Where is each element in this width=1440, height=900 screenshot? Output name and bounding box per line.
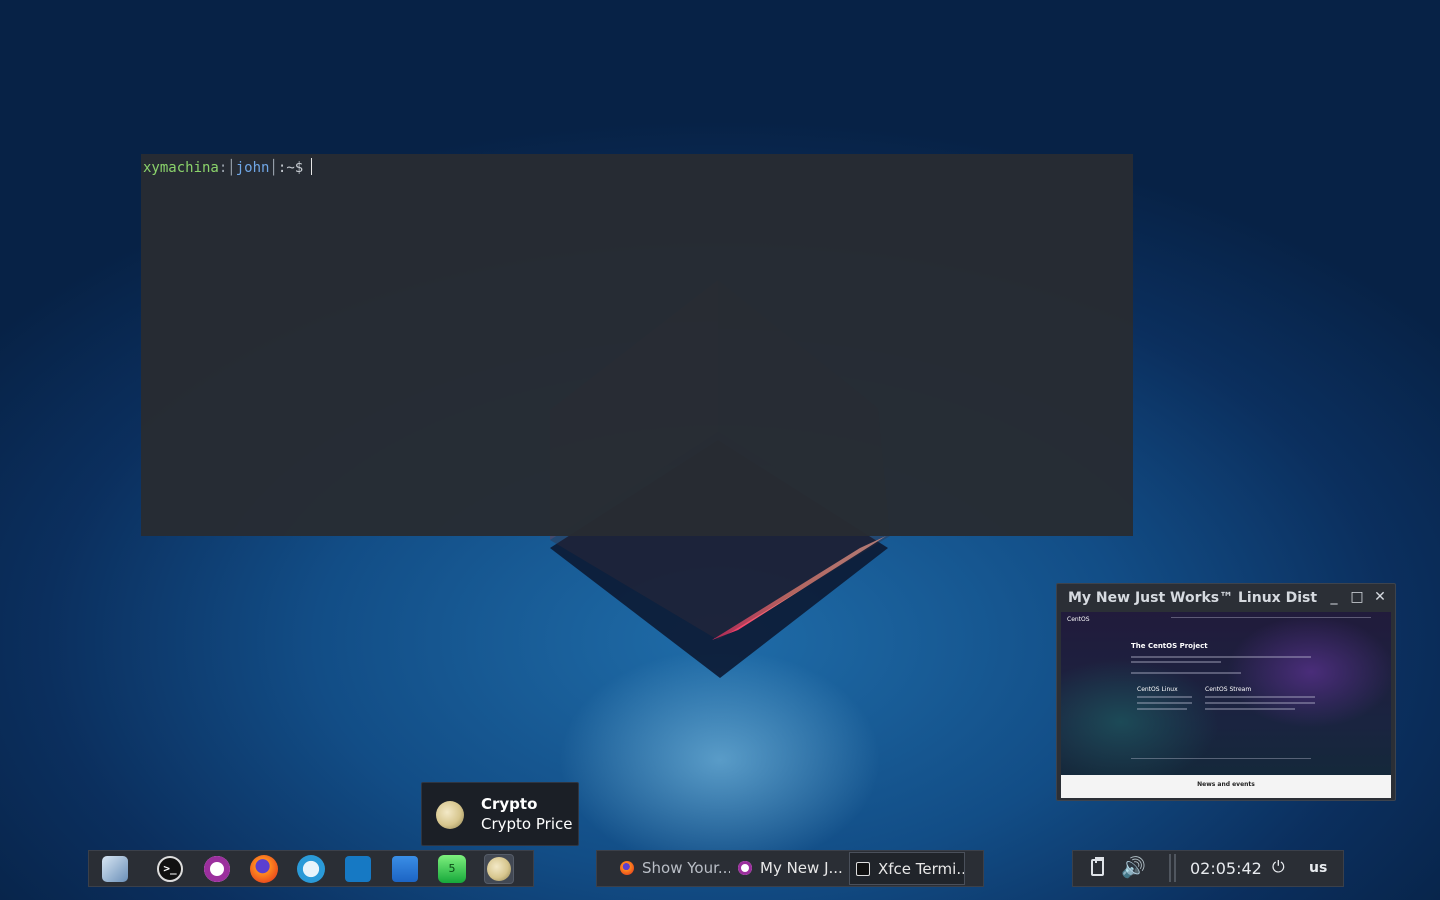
close-button[interactable]: ✕ (1371, 588, 1389, 606)
text-cursor (311, 158, 313, 175)
media-player-launcher[interactable] (202, 854, 232, 884)
thumb-text-line (1137, 702, 1192, 704)
volume-icon[interactable]: 🔊 (1121, 855, 1146, 879)
thumb-nav (1171, 617, 1371, 618)
preview-title: My New Just Works™ Linux Distro (its (1068, 590, 1318, 606)
thumb-heading: The CentOS Project (1131, 642, 1208, 650)
preview-thumbnail[interactable]: CentOS The CentOS Project CentOS Linux C… (1061, 612, 1391, 798)
crypto-tooltip: Crypto Crypto Price (421, 782, 579, 846)
chat-icon (297, 855, 325, 883)
crypto-moon-icon (487, 857, 511, 881)
thumb-text-line (1205, 708, 1295, 710)
task-label: Show Your... (642, 859, 730, 877)
task-label: My New J... (760, 859, 843, 877)
chat-launcher[interactable] (296, 854, 326, 884)
thumb-text-line (1137, 696, 1192, 698)
app-finder-button[interactable] (100, 854, 130, 884)
thumb-text-line (1205, 702, 1315, 704)
thumb-col1-title: CentOS Linux (1137, 686, 1178, 693)
wireshark-launcher[interactable] (343, 854, 373, 884)
maximize-button[interactable]: □ (1348, 588, 1366, 606)
thumb-text-line (1131, 661, 1221, 663)
window-preview[interactable]: My New Just Works™ Linux Distro (its _ □… (1056, 583, 1396, 801)
thumb-col2-title: CentOS Stream (1205, 686, 1252, 693)
separator (1169, 854, 1171, 882)
tasklist-panel: Show Your... My New J... Xfce Termi... (596, 850, 984, 887)
crypto-launcher[interactable] (484, 854, 514, 884)
firefox-icon (250, 855, 278, 883)
system-tray-panel: 🔊 02:05:42 ⏻ us (1072, 850, 1344, 887)
prompt-host: xymachina (143, 160, 219, 176)
crypto-moon-icon (436, 801, 464, 829)
rss-icon (392, 856, 418, 882)
prompt-path: :~$ (277, 160, 304, 176)
rss-launcher[interactable] (390, 854, 420, 884)
task-label: Xfce Termi... (878, 860, 965, 878)
separator (1174, 854, 1176, 882)
tooltip-title: Crypto (481, 795, 538, 813)
thumb-text-line (1131, 656, 1311, 658)
terminal-window[interactable]: xymachina:│john│:~$ (141, 154, 1133, 536)
clipboard-icon[interactable] (1091, 857, 1104, 876)
minimize-button[interactable]: _ (1325, 588, 1343, 606)
thumb-text-line (1205, 696, 1315, 698)
keyboard-layout[interactable]: us (1309, 860, 1327, 876)
terminal-icon (856, 862, 870, 876)
wireshark-icon (345, 856, 371, 882)
prompt-user: john (235, 160, 270, 176)
media-player-icon (204, 856, 230, 882)
thumb-text-line (1131, 672, 1241, 674)
terminal-prompt: xymachina:│john│:~$ (143, 158, 313, 176)
prompt-divider-2: │ (269, 160, 278, 176)
app-finder-icon (102, 856, 128, 882)
clock[interactable]: 02:05:42 (1190, 859, 1262, 878)
power-icon[interactable]: ⏻ (1272, 857, 1285, 877)
thumb-news: News and events (1197, 781, 1255, 788)
terminal-icon: >_ (157, 856, 183, 882)
task-my-new[interactable]: My New J... (732, 852, 848, 885)
gem-icon: 5 (438, 855, 466, 883)
thumb-icon-row (1131, 758, 1311, 759)
terminal-launcher[interactable]: >_ (155, 854, 185, 884)
launcher-panel: >_ 5 (88, 850, 534, 887)
gem-launcher[interactable]: 5 (437, 854, 467, 884)
thumb-text-line (1137, 708, 1187, 710)
media-player-icon (738, 861, 752, 875)
task-show-your[interactable]: Show Your... (614, 852, 730, 885)
tooltip-subtitle: Crypto Price (481, 815, 573, 833)
thumb-brand: CentOS (1067, 616, 1090, 623)
firefox-icon (620, 861, 634, 875)
task-xfce-terminal[interactable]: Xfce Termi... (849, 852, 965, 885)
prompt-divider: │ (227, 160, 236, 176)
firefox-launcher[interactable] (249, 854, 279, 884)
